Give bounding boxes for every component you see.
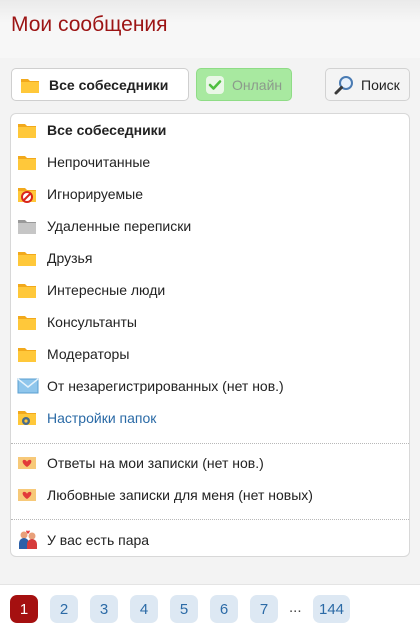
gray-folder-icon: [17, 218, 39, 235]
folder-item-label: Друзья: [47, 250, 93, 266]
folder-item-label: Удаленные переписки: [47, 218, 192, 234]
folder-item-unread[interactable]: Непрочитанные: [17, 150, 150, 174]
folder-item-label: Игнорируемые: [47, 186, 144, 202]
pair-item[interactable]: У вас есть пара: [17, 528, 149, 552]
online-button[interactable]: Онлайн: [196, 68, 292, 101]
notes-item-label: Ответы на мои записки (нет нов.): [47, 455, 264, 471]
folder-icon: [17, 154, 39, 171]
blocked-folder-icon: [17, 186, 39, 203]
folder-item-label: Модераторы: [47, 346, 130, 362]
header: Мои сообщения: [0, 0, 420, 58]
toolbar: Все собеседники Онлайн Поиск: [0, 68, 420, 102]
page-button-7[interactable]: 7: [250, 595, 278, 623]
online-label: Онлайн: [232, 76, 283, 93]
folder-settings-label: Настройки папок: [47, 410, 157, 426]
folder-icon: [17, 122, 39, 139]
folder-item-friends[interactable]: Друзья: [17, 246, 92, 270]
folder-list-panel: Все собеседники Непрочитанные Игнорируем…: [10, 113, 410, 557]
folder-settings-icon: [17, 409, 39, 427]
folder-item-moderators[interactable]: Модераторы: [17, 342, 129, 366]
folder-icon: [17, 282, 39, 299]
folder-item-label: От незарегистрированных (нет нов.): [47, 378, 284, 394]
search-icon: [334, 75, 354, 95]
pagination: 1 2 3 4 5 6 7 ... 144: [0, 584, 420, 631]
folder-item-label: Интересные люди: [47, 282, 166, 298]
page-button-5[interactable]: 5: [170, 595, 198, 623]
page-button-1[interactable]: 1: [10, 595, 38, 623]
folder-settings-link[interactable]: Настройки папок: [17, 406, 156, 430]
folder-icon: [17, 250, 39, 267]
couple-icon: [17, 530, 39, 550]
page-title: Мои сообщения: [11, 13, 168, 36]
folder-item-label: Консультанты: [47, 314, 137, 330]
page-button-3[interactable]: 3: [90, 595, 118, 623]
folder-item-interesting[interactable]: Интересные люди: [17, 278, 165, 302]
folder-item-deleted[interactable]: Удаленные переписки: [17, 214, 191, 238]
folder-icon: [17, 314, 39, 331]
search-button[interactable]: Поиск: [325, 68, 410, 101]
folder-item-label: Все собеседники: [47, 122, 167, 138]
folder-item-all[interactable]: Все собеседники: [17, 118, 166, 142]
pagination-ellipsis: ...: [289, 599, 302, 616]
love-note-icon: [17, 455, 39, 471]
divider: [11, 443, 409, 444]
folder-icon: [20, 76, 40, 94]
checkmark-icon: [206, 75, 224, 94]
page-button-6[interactable]: 6: [210, 595, 238, 623]
page-button-2[interactable]: 2: [50, 595, 78, 623]
folder-item-unregistered[interactable]: От незарегистрированных (нет нов.): [17, 374, 284, 398]
pair-label: У вас есть пара: [47, 532, 150, 548]
notes-item-love[interactable]: Любовные записки для меня (нет новых): [17, 483, 313, 507]
page-button-4[interactable]: 4: [130, 595, 158, 623]
folder-item-label: Непрочитанные: [47, 154, 151, 170]
notes-item-replies[interactable]: Ответы на мои записки (нет нов.): [17, 451, 264, 475]
folder-item-ignored[interactable]: Игнорируемые: [17, 182, 143, 206]
all-contacts-button[interactable]: Все собеседники: [11, 68, 189, 101]
all-contacts-label: Все собеседники: [49, 76, 169, 93]
folder-icon: [17, 346, 39, 363]
search-label: Поиск: [361, 76, 400, 93]
notes-item-label: Любовные записки для меня (нет новых): [47, 487, 313, 503]
divider: [11, 519, 409, 520]
love-note-icon: [17, 487, 39, 503]
folder-item-consultants[interactable]: Консультанты: [17, 310, 137, 334]
envelope-icon: [17, 378, 39, 394]
page-button-last[interactable]: 144: [313, 595, 350, 623]
